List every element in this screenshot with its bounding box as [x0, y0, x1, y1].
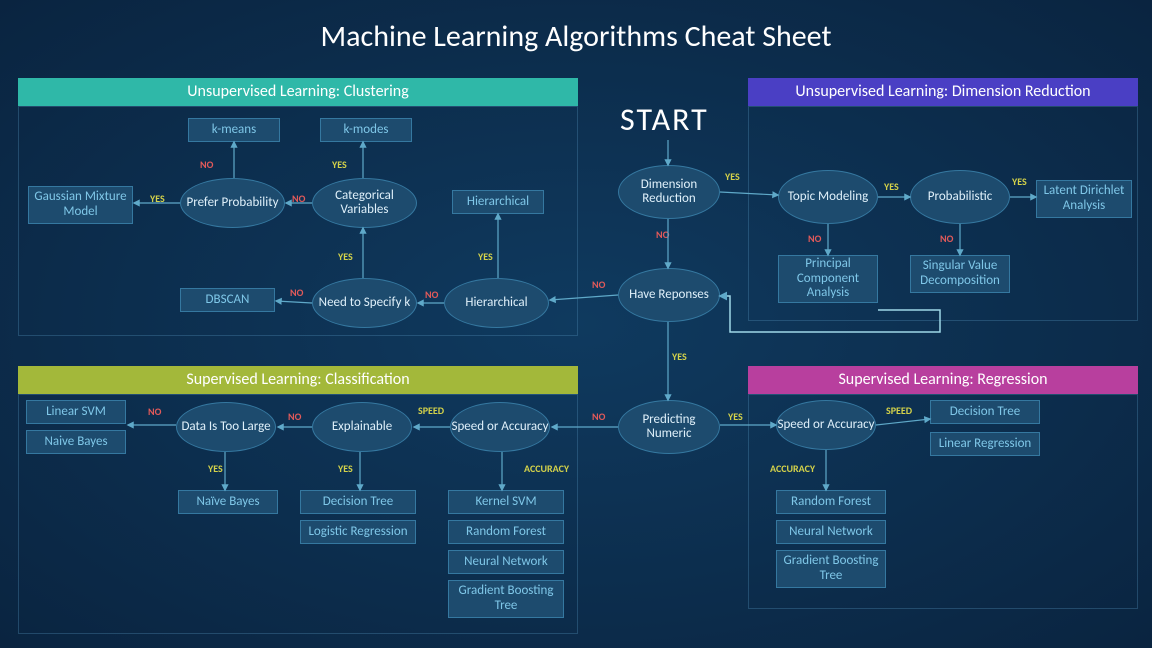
lbl: NO	[808, 232, 821, 245]
algo-random-forest-c: Random Forest	[448, 520, 564, 544]
node-speed-accuracy-c: Speed or Accuracy	[450, 402, 550, 452]
node-topic-modeling: Topic Modeling	[778, 170, 878, 224]
node-data-too-large: Data Is Too Large	[176, 402, 276, 452]
algo-neural-net-c: Neural Network	[448, 550, 564, 574]
lbl: NO	[940, 232, 953, 245]
lbl: SPEED	[418, 404, 444, 417]
algo-naive-bayes-2: Naïve Bayes	[178, 490, 278, 514]
node-categorical-vars: Categorical Variables	[312, 178, 417, 228]
node-have-responses: Have Reponses	[618, 268, 720, 322]
lbl: NO	[148, 405, 161, 418]
node-explainable: Explainable	[312, 402, 412, 452]
algo-random-forest-r: Random Forest	[776, 490, 886, 514]
lbl: YES	[725, 170, 740, 183]
header-dimred: Unsupervised Learning: Dimension Reducti…	[748, 78, 1138, 106]
lbl: YES	[338, 462, 353, 475]
lbl: NO	[200, 158, 213, 171]
algo-gbt-c: Gradient Boosting Tree	[448, 580, 564, 618]
lbl: YES	[1012, 175, 1027, 188]
algo-kmodes: k-modes	[320, 118, 412, 142]
algo-hierarchical: Hierarchical	[452, 190, 544, 214]
lbl: ACCURACY	[524, 462, 569, 475]
header-classification: Supervised Learning: Classification	[18, 366, 578, 394]
algo-lda: Latent Dirichlet Analysis	[1036, 180, 1132, 218]
node-dim-reduction: Dimension Reduction	[618, 165, 720, 219]
header-regression: Supervised Learning: Regression	[748, 366, 1138, 394]
lbl: NO	[290, 286, 303, 299]
algo-neural-net-r: Neural Network	[776, 520, 886, 544]
lbl: NO	[292, 192, 305, 205]
algo-pca: Principal Component Analysis	[778, 255, 878, 303]
lbl: NO	[592, 278, 605, 291]
lbl: YES	[672, 350, 687, 363]
lbl: NO	[425, 288, 438, 301]
algo-logistic-reg: Logistic Regression	[300, 520, 416, 544]
lbl: YES	[338, 250, 353, 263]
page-title: Machine Learning Algorithms Cheat Sheet	[0, 0, 1152, 55]
lbl: NO	[288, 410, 301, 423]
algo-svd: Singular Value Decomposition	[910, 255, 1010, 293]
node-speed-accuracy-r: Speed or Accuracy	[776, 400, 876, 450]
algo-decision-tree-r: Decision Tree	[930, 400, 1040, 424]
lbl: YES	[728, 410, 743, 423]
header-clustering: Unsupervised Learning: Clustering	[18, 78, 578, 106]
algo-dbscan: DBSCAN	[180, 288, 275, 312]
algo-decision-tree-c: Decision Tree	[300, 490, 416, 514]
lbl: NO	[656, 228, 669, 241]
algo-kernel-svm: Kernel SVM	[448, 490, 564, 514]
lbl: YES	[332, 158, 347, 171]
algo-gmm: Gaussian Mixture Model	[28, 186, 133, 224]
lbl: YES	[478, 250, 493, 263]
start-label: START	[620, 100, 709, 139]
node-need-specify-k: Need to Specify k	[312, 278, 417, 328]
lbl: YES	[150, 192, 165, 205]
lbl: YES	[884, 180, 899, 193]
lbl: YES	[208, 462, 223, 475]
algo-kmeans: k-means	[188, 118, 280, 142]
lbl: SPEED	[886, 404, 912, 417]
lbl: NO	[592, 410, 605, 423]
algo-linear-svm: Linear SVM	[26, 400, 126, 424]
node-predicting-numeric: Predicting Numeric	[618, 400, 720, 454]
algo-naive-bayes-1: Naive Bayes	[26, 430, 126, 454]
node-probabilistic: Probabilistic	[910, 170, 1010, 224]
node-hierarchical-q: Hierarchical	[444, 278, 549, 328]
lbl: ACCURACY	[770, 462, 815, 475]
algo-gbt-r: Gradient Boosting Tree	[776, 550, 886, 588]
algo-linear-regression: Linear Regression	[930, 432, 1040, 456]
node-prefer-probability: Prefer Probability	[180, 178, 285, 228]
